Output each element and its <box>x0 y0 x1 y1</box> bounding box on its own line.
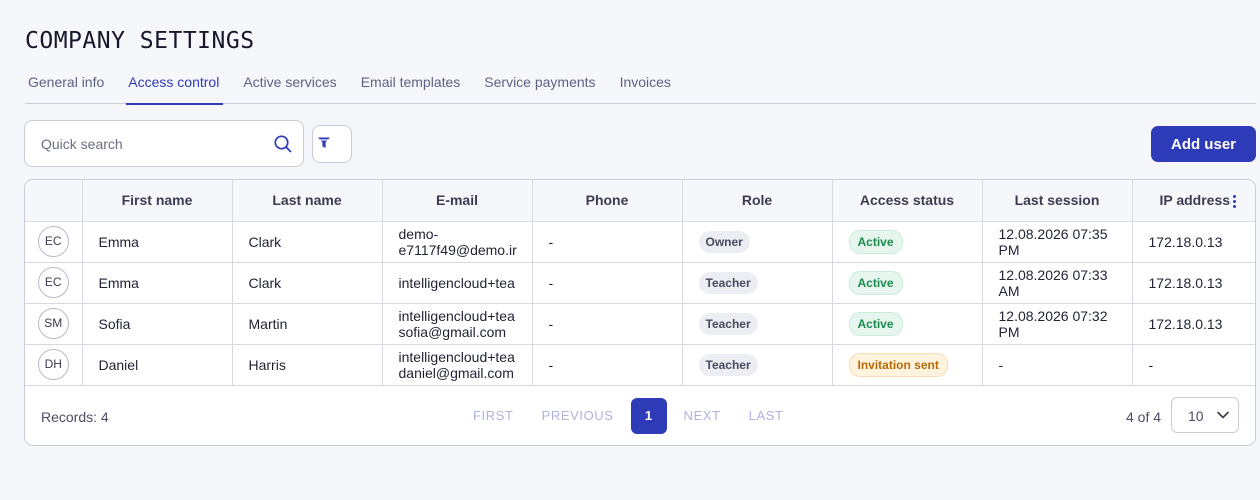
page-title: COMPANY SETTINGS <box>25 28 255 54</box>
column-header-last-name[interactable]: Last name <box>232 180 383 222</box>
column-header-avatar <box>25 180 83 222</box>
column-header-ip-address[interactable]: IP address <box>1132 180 1255 222</box>
table-row[interactable]: EC Emma Clark demo-e7117f49@demo.ir - Ow… <box>25 221 1255 263</box>
phone-cell: - <box>532 262 683 304</box>
last-name-cell: Martin <box>232 303 383 345</box>
tab-invoices[interactable]: Invoices <box>620 64 671 104</box>
status-cell: Active <box>832 262 983 304</box>
phone-cell: - <box>532 221 683 263</box>
column-header-access-status[interactable]: Access status <box>832 180 983 222</box>
status-badge: Active <box>848 229 903 254</box>
next-page-button[interactable]: NEXT <box>684 408 721 423</box>
range-count: 4 of 4 <box>1126 409 1162 425</box>
session-line-2: PM <box>998 241 1020 258</box>
tab-service-payments[interactable]: Service payments <box>484 64 595 104</box>
ip-cell: - <box>1132 344 1255 386</box>
records-count: Records: 4 <box>41 409 109 425</box>
avatar: EC <box>37 226 69 257</box>
chevron-down-icon <box>1217 411 1229 419</box>
role-cell: Teacher <box>682 344 833 386</box>
first-name-cell: Sofia <box>82 303 233 345</box>
first-name-cell: Daniel <box>82 344 233 386</box>
avatar: EC <box>37 267 69 298</box>
first-name-cell: Emma <box>82 262 233 304</box>
search-box <box>24 120 304 167</box>
column-header-first-name[interactable]: First name <box>82 180 233 222</box>
status-cell: Invitation sent <box>832 344 983 386</box>
role-cell: Owner <box>682 221 833 263</box>
role-cell: Teacher <box>682 262 833 304</box>
last-session-cell: 12.08.2026 07:32 PM <box>982 303 1133 345</box>
email-cell: intelligencloud+tea <box>382 262 533 304</box>
role-cell: Teacher <box>682 303 833 345</box>
page-size-value: 10 <box>1188 408 1204 424</box>
session-line-1: 12.08.2026 07:33 <box>998 266 1108 283</box>
column-header-last-session[interactable]: Last session <box>982 180 1133 222</box>
ip-cell: 172.18.0.13 <box>1132 303 1255 345</box>
page-1-button[interactable]: 1 <box>630 397 667 434</box>
first-name-cell: Emma <box>82 221 233 263</box>
email-line-1: intelligencloud+tea <box>398 274 515 291</box>
last-page-button[interactable]: LAST <box>749 408 784 423</box>
role-badge: Teacher <box>698 312 758 335</box>
session-line-2: AM <box>998 282 1020 299</box>
email-line-1: intelligencloud+tea <box>398 348 515 365</box>
search-input[interactable] <box>41 134 261 154</box>
first-page-button[interactable]: FIRST <box>473 408 514 423</box>
email-cell: demo-e7117f49@demo.ir <box>382 221 533 263</box>
users-table: First name Last name E-mail Phone Role A… <box>25 180 1255 386</box>
page-size-select[interactable]: 10 <box>1171 397 1239 433</box>
tab-email-templates[interactable]: Email templates <box>361 64 461 104</box>
status-badge: Invitation sent <box>848 352 948 377</box>
avatar: DH <box>37 349 69 380</box>
email-line-2: daniel@gmail.com <box>398 364 514 381</box>
last-session-cell: - <box>982 344 1133 386</box>
phone-cell: - <box>532 303 683 345</box>
column-header-phone[interactable]: Phone <box>532 180 683 222</box>
table-header-row: First name Last name E-mail Phone Role A… <box>25 180 1255 222</box>
last-session-cell: 12.08.2026 07:33 AM <box>982 262 1133 304</box>
status-cell: Active <box>832 303 983 345</box>
role-badge: Owner <box>698 230 750 253</box>
column-menu-icon[interactable] <box>1233 195 1237 209</box>
avatar: SM <box>37 308 69 339</box>
email-cell: intelligencloud+tea daniel@gmail.com <box>382 344 533 386</box>
table-row[interactable]: DH Daniel Harris intelligencloud+tea dani… <box>25 344 1255 386</box>
tab-general-info[interactable]: General info <box>28 64 104 104</box>
session-line-2: PM <box>998 323 1020 340</box>
email-cell: intelligencloud+tea sofia@gmail.com <box>382 303 533 345</box>
tab-active-services[interactable]: Active services <box>243 64 336 104</box>
table-footer: Records: 4 FIRST PREVIOUS 1 NEXT LAST 4 … <box>25 386 1255 445</box>
table-row[interactable]: EC Emma Clark intelligencloud+tea - Teac… <box>25 262 1255 304</box>
users-table-card: First name Last name E-mail Phone Role A… <box>24 179 1256 446</box>
role-badge: Teacher <box>698 353 758 376</box>
previous-page-button[interactable]: PREVIOUS <box>542 408 614 423</box>
tab-access-control[interactable]: Access control <box>126 64 224 105</box>
last-name-cell: Clark <box>232 262 383 304</box>
email-line-2: sofia@gmail.com <box>398 323 507 340</box>
add-user-button[interactable]: Add user <box>1151 126 1256 162</box>
status-badge: Active <box>848 311 903 336</box>
table-row[interactable]: SM Sofia Martin intelligencloud+tea sofia… <box>25 303 1255 345</box>
session-line-1: 12.08.2026 07:35 <box>998 225 1108 242</box>
status-badge: Active <box>848 270 903 295</box>
settings-tabs: General info Access control Active servi… <box>25 64 1256 105</box>
last-session-cell: 12.08.2026 07:35 PM <box>982 221 1133 263</box>
ip-cell: 172.18.0.13 <box>1132 221 1255 263</box>
column-header-email[interactable]: E-mail <box>382 180 533 222</box>
session-line-1: 12.08.2026 07:32 <box>998 307 1108 324</box>
pagination: FIRST PREVIOUS 1 NEXT LAST <box>473 397 784 434</box>
ip-cell: 172.18.0.13 <box>1132 262 1255 304</box>
search-icon[interactable] <box>273 134 293 154</box>
phone-cell: - <box>532 344 683 386</box>
email-line-1: demo- <box>398 225 439 242</box>
column-header-role[interactable]: Role <box>682 180 833 222</box>
filter-button[interactable] <box>312 125 352 163</box>
email-line-1: intelligencloud+tea <box>398 307 515 324</box>
role-badge: Teacher <box>698 271 758 294</box>
last-name-cell: Harris <box>232 344 383 386</box>
email-line-2: e7117f49@demo.ir <box>398 241 517 258</box>
status-cell: Active <box>832 221 983 263</box>
last-name-cell: Clark <box>232 221 383 263</box>
